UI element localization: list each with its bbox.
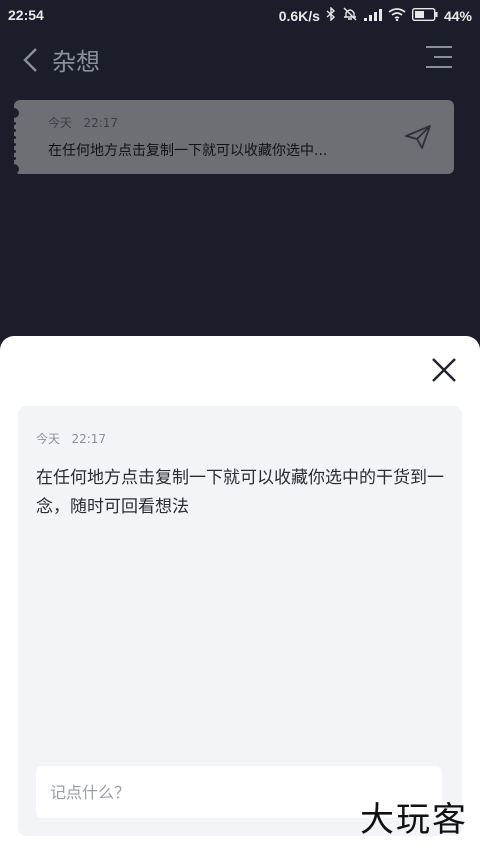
note-card: 今天 22:17 在任何地方点击复制一下就可以收藏你选中的干货到一念，随时可回看… (18, 406, 462, 836)
wifi-icon (388, 7, 406, 24)
back-arrow-icon[interactable] (20, 46, 44, 74)
status-icons: 0.6K/s 44% (278, 6, 472, 24)
timeline-dots (8, 108, 20, 178)
note-text: 在任何地方点击复制一下就可以收藏你选中的干货到一念，随时可回看想法 (36, 468, 444, 517)
send-icon[interactable] (404, 124, 432, 150)
detail-sheet: 今天 22:17 在任何地方点击复制一下就可以收藏你选中的干货到一念，随时可回看… (0, 336, 480, 853)
watermark-logo: 大玩客 (360, 800, 468, 840)
list-item[interactable]: 今天 22:17 在任何地方点击复制一下就可以收藏你选中... (9, 100, 454, 174)
list-item-preview: 在任何地方点击复制一下就可以收藏你选中... (48, 143, 328, 159)
mute-bell-icon (342, 7, 358, 24)
app-header: 杂想 (0, 32, 480, 88)
battery-percent: 44% (443, 7, 472, 24)
status-bar: 22:54 0.6K/s 44% (0, 0, 480, 32)
status-time: 22:54 (8, 7, 44, 23)
close-icon[interactable] (430, 356, 458, 384)
network-speed: 0.6K/s (278, 7, 320, 24)
battery-icon (411, 7, 438, 24)
note-date: 今天 22:17 (36, 432, 107, 446)
menu-icon[interactable] (426, 46, 452, 70)
bluetooth-icon (326, 6, 336, 24)
list-item-date: 今天 22:17 (48, 116, 119, 130)
page-title: 杂想 (52, 48, 100, 76)
signal-icon (363, 8, 382, 24)
